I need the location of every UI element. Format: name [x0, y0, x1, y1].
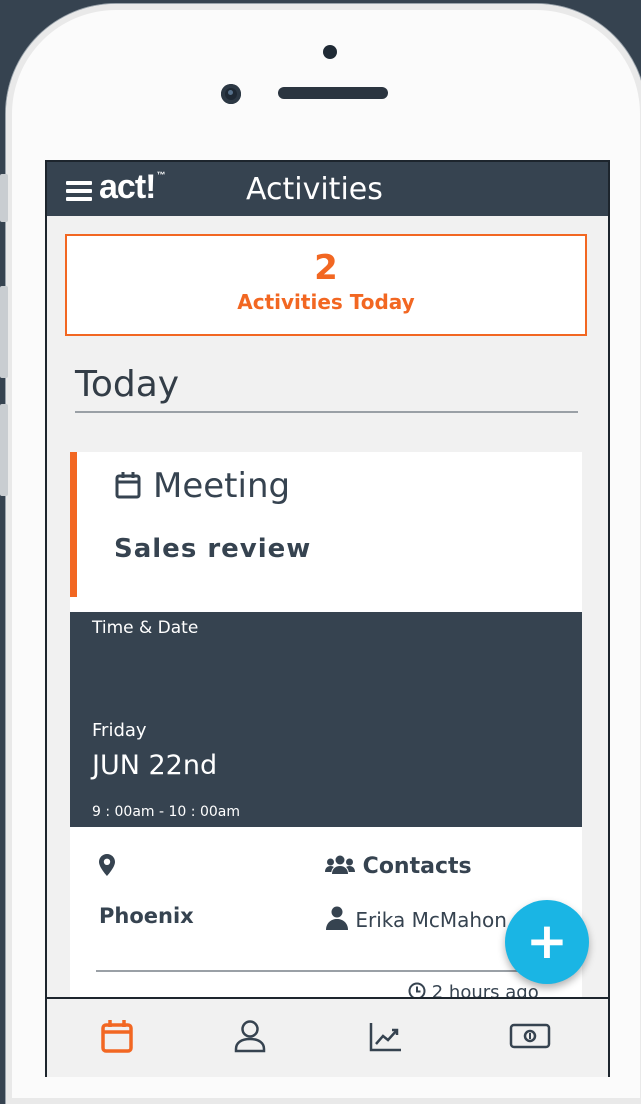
page-title: Activities [246, 172, 383, 207]
weekday-label: Friday [92, 720, 147, 741]
activity-type-label: Meeting [153, 466, 291, 506]
time-date-heading: Time & Date [92, 618, 199, 638]
activities-count-label: Activities Today [237, 290, 415, 314]
brand-logo: act!™ [99, 168, 165, 206]
side-button [0, 286, 8, 378]
front-camera [221, 84, 241, 104]
menu-icon[interactable] [66, 181, 92, 201]
activity-card[interactable]: Meeting Sales review Time & Date Friday … [70, 452, 582, 1077]
contacts-heading-label: Contacts [362, 854, 472, 879]
person-icon [325, 906, 355, 932]
section-heading: Today [75, 364, 578, 413]
nav-opportunities[interactable] [509, 1019, 551, 1057]
calendar-icon [100, 1020, 134, 1057]
activity-subject: Sales review [114, 534, 312, 564]
add-activity-button[interactable]: + [505, 900, 589, 984]
contact-icon [233, 1020, 267, 1057]
contact-link[interactable]: Erika McMahon [325, 906, 507, 932]
users-group-icon [325, 854, 363, 879]
contact-name: Erika McMahon [355, 908, 507, 932]
card-accent-bar [70, 452, 77, 597]
nav-calendar[interactable] [100, 1019, 134, 1057]
top-app-bar: act!™ Activities [47, 162, 608, 216]
activities-count: 2 [314, 248, 338, 288]
location-value: Phoenix [99, 904, 194, 928]
card-divider [96, 970, 551, 972]
trend-chart-icon [369, 1023, 403, 1057]
nav-reports[interactable] [369, 1019, 403, 1057]
contacts-heading: Contacts [325, 854, 472, 879]
money-icon [509, 1023, 551, 1057]
side-button [0, 174, 8, 222]
bottom-navigation [47, 997, 608, 1077]
activity-type: Meeting [115, 466, 290, 508]
location-pin-icon [99, 854, 115, 880]
calendar-icon [115, 468, 141, 508]
date-label: JUN 22nd [92, 750, 218, 781]
brand-text: act! [99, 168, 156, 206]
app-screen: act!™ Activities 2 Activities Today Toda… [45, 160, 610, 1077]
side-button [0, 404, 8, 496]
proximity-sensor [323, 45, 337, 59]
time-date-panel: Time & Date Friday JUN 22nd 9 : 00am - 1… [70, 612, 582, 827]
activities-today-summary[interactable]: 2 Activities Today [65, 234, 587, 336]
nav-contacts[interactable] [233, 1019, 267, 1057]
time-range-label: 9 : 00am - 10 : 00am [92, 804, 240, 820]
earpiece-speaker [278, 87, 388, 99]
